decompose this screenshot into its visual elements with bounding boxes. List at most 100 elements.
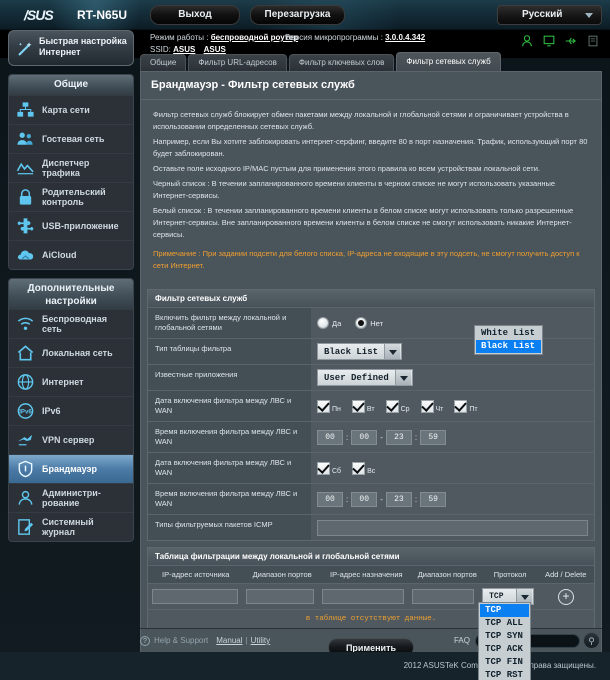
checkbox-saturday[interactable]: Сб — [317, 461, 341, 475]
sidebar-group-advanced: Дополнительные настройки Беспроводная се… — [8, 278, 134, 542]
sidebar-group-general: Общие Карта сети Гостевая сеть Диспетчер… — [8, 74, 134, 270]
filter-type-dropdown[interactable]: White List Black List — [474, 325, 544, 355]
input-dest-ip[interactable] — [322, 589, 404, 604]
column-dest-ports: Диапазон портов — [417, 570, 477, 579]
system-log-icon — [18, 519, 34, 535]
protocol-option-tcp-rst[interactable]: TCP RST — [480, 669, 529, 680]
magic-wand-icon — [18, 42, 32, 56]
weekday-start-hour[interactable]: 00 — [317, 429, 343, 445]
filter-table-header-row: IP-адрес источника Диапазон портов IP-ад… — [148, 565, 594, 583]
sidebar-label: Карта сети — [42, 105, 90, 115]
faq-label[interactable]: FAQ — [454, 636, 470, 645]
sidebar-item-wireless[interactable]: Беспроводная сеть — [9, 309, 133, 338]
sidebar-item-vpn-server[interactable]: VPN сервер — [9, 425, 133, 454]
sidebar-label: Локальная сеть — [42, 348, 113, 358]
desc-line-5: Белый список : В течении запланированног… — [153, 206, 574, 239]
wan-globe-icon — [17, 374, 34, 390]
router-model-label: RT-N65U — [77, 8, 128, 22]
sidebar-item-network-map[interactable]: Карта сети — [9, 95, 133, 124]
sidebar-item-traffic-manager[interactable]: Диспетчер трафика — [9, 153, 133, 182]
sidebar-item-parental-control[interactable]: Родительский контроль — [9, 182, 133, 211]
router-admin-page: /SUS RT-N65U Выход Перезагрузка Русский … — [0, 0, 610, 680]
weekend-end-hour[interactable]: 23 — [385, 491, 412, 507]
chevron-down-icon — [585, 13, 593, 18]
radio-yes[interactable]: Да — [317, 317, 341, 329]
protocol-option-tcp-ack[interactable]: TCP ACK — [480, 643, 529, 656]
checkbox-box — [385, 399, 399, 413]
checkbox-box — [317, 399, 330, 413]
input-source-ports[interactable] — [246, 589, 315, 604]
weekend-start-hour[interactable]: 00 — [317, 491, 343, 507]
weekday-end-minute[interactable]: 59 — [420, 429, 447, 445]
weekday-end-hour[interactable]: 23 — [385, 429, 412, 445]
sidebar-group-advanced-title: Дополнительные настройки — [9, 279, 133, 309]
plus-circle-icon[interactable]: + — [558, 588, 575, 605]
firewall-shield-icon — [18, 460, 33, 478]
known-apps-select[interactable]: User Defined — [317, 369, 413, 386]
weekend-start-minute[interactable]: 00 — [351, 491, 378, 507]
manual-link[interactable]: Manual — [216, 636, 242, 645]
logout-button[interactable]: Выход — [150, 5, 240, 25]
checkbox-thursday[interactable]: Чт — [420, 399, 443, 413]
protocol-dropdown[interactable]: TCP TCP ALL TCP SYN TCP ACK TCP FIN TCP … — [478, 602, 531, 680]
protocol-option-tcp-all[interactable]: TCP ALL — [480, 617, 529, 630]
language-selector[interactable]: Русский — [497, 5, 602, 25]
known-apps-value: User Defined — [324, 372, 389, 383]
checkbox-monday[interactable]: Пн — [317, 399, 341, 413]
protocol-option-tcp-fin[interactable]: TCP FIN — [480, 656, 529, 669]
checkbox-box — [420, 399, 434, 413]
sidebar-item-usb-application[interactable]: USB-приложение — [9, 211, 133, 240]
row-filter-type: Тип таблицы фильтра Black List White Lis… — [148, 325, 594, 364]
firmware-info: Версия микропрограммы : 3.0.0.4.342 — [285, 33, 425, 42]
filter-type-select[interactable]: Black List — [317, 343, 403, 360]
firmware-version[interactable]: 3.0.0.4.342 — [385, 33, 425, 42]
tab-bar: Общие Фильтр URL-адресов Фильтр ключевых… — [140, 52, 602, 71]
weekend-end-minute[interactable]: 59 — [420, 491, 447, 507]
protocol-option-tcp[interactable]: TCP — [480, 604, 529, 617]
search-icon[interactable]: ⚲ — [583, 632, 600, 649]
checkbox-tuesday[interactable]: Вт — [351, 399, 375, 413]
usb-icon[interactable] — [564, 34, 578, 48]
quick-internet-setup-button[interactable]: Быстрая настройка Интернет — [8, 30, 134, 66]
checkbox-sunday[interactable]: Вс — [352, 461, 375, 475]
weekday-start-minute[interactable]: 00 — [351, 429, 378, 445]
asus-logo: /SUS — [24, 7, 54, 23]
user-icon[interactable] — [520, 34, 534, 48]
sidebar-item-guest-network[interactable]: Гостевая сеть — [9, 124, 133, 153]
row-weekday-time: Время включения фильтра между ЛВС и WAN … — [148, 421, 594, 452]
icmp-input[interactable] — [317, 519, 588, 536]
radio-no[interactable]: Нет — [355, 317, 383, 329]
tab-network-services-filter[interactable]: Фильтр сетевых служб — [396, 52, 501, 71]
sidebar-item-aicloud[interactable]: AiCloud — [9, 240, 133, 269]
traffic-manager-icon — [16, 162, 34, 175]
filter-type-option-white-list[interactable]: White List — [476, 327, 541, 340]
sidebar-item-ipv6[interactable]: IPv6 IPv6 — [9, 396, 133, 425]
checkbox-wednesday[interactable]: Ср — [385, 399, 410, 413]
sidebar-item-lan[interactable]: Локальная сеть — [9, 338, 133, 367]
checkbox-friday[interactable]: Пт — [454, 399, 478, 413]
aicloud-icon — [17, 250, 34, 260]
protocol-option-tcp-syn[interactable]: TCP SYN — [480, 630, 529, 643]
checkbox-box — [352, 461, 366, 475]
input-source-ip[interactable] — [152, 589, 239, 604]
checkbox-box — [454, 399, 468, 413]
sidebar-label: USB-приложение — [42, 221, 119, 231]
desc-line-4: Черный список : В течении запланированно… — [153, 179, 556, 200]
sidebar-item-administration[interactable]: Администри-рование — [9, 483, 133, 512]
sidebar-item-firewall[interactable]: Брандмауэр — [9, 454, 133, 483]
parental-control-icon — [19, 189, 32, 205]
monitor-icon[interactable] — [542, 34, 556, 48]
sidebar-item-system-log[interactable]: Системный журнал — [9, 512, 133, 541]
tab-keyword-filter[interactable]: Фильтр ключевых слов — [288, 54, 395, 71]
input-dest-ports[interactable] — [412, 589, 475, 604]
printer-icon[interactable] — [586, 34, 600, 48]
tab-general[interactable]: Общие — [140, 54, 187, 71]
sidebar-item-wan[interactable]: Интернет — [9, 367, 133, 396]
utility-link[interactable]: Utility — [251, 636, 271, 645]
tab-url-filter[interactable]: Фильтр URL-адресов — [188, 54, 287, 71]
radio-yes-label: Да — [332, 318, 342, 328]
settings-section-title: Фильтр сетевых служб — [148, 290, 594, 307]
filter-type-option-black-list[interactable]: Black List — [476, 340, 542, 353]
reboot-button[interactable]: Перезагрузка — [250, 5, 345, 25]
sidebar-label: AiCloud — [42, 250, 77, 260]
